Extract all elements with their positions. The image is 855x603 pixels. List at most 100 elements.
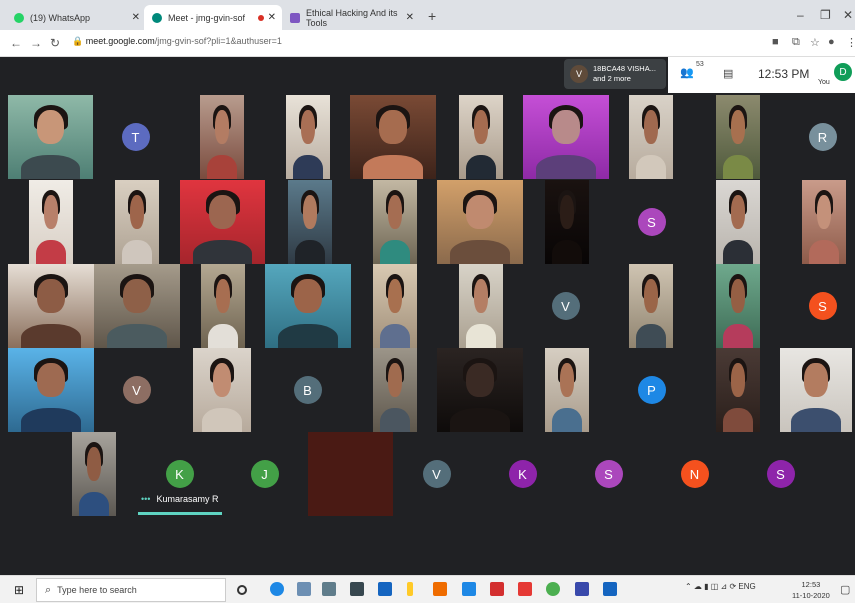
system-clock[interactable]: 12:53 11-10-2020 <box>792 579 830 601</box>
participant-video-tile[interactable] <box>8 95 93 179</box>
app-icon[interactable] <box>350 582 364 596</box>
edge-icon[interactable] <box>270 582 284 596</box>
self-avatar[interactable]: D <box>834 63 852 81</box>
word-icon[interactable] <box>603 582 617 596</box>
participant-video-tile[interactable] <box>94 264 180 348</box>
participant-video-tile[interactable] <box>288 180 332 264</box>
participant-video-tile[interactable] <box>716 264 760 348</box>
forward-icon[interactable]: → <box>30 36 42 50</box>
participant-video-tile[interactable] <box>629 264 673 348</box>
participant-video-tile[interactable] <box>459 264 503 348</box>
lightning-icon[interactable] <box>407 582 413 596</box>
tab-ethical-hacking[interactable]: Ethical Hacking And its Tools ✕ <box>282 5 420 30</box>
participant-video-tile[interactable] <box>545 180 589 264</box>
new-tab-icon[interactable]: + <box>428 8 436 24</box>
store-icon[interactable] <box>322 582 336 596</box>
youtube-icon[interactable] <box>518 582 532 596</box>
url-host: meet.google.com <box>85 36 155 46</box>
participant-video-tile[interactable] <box>180 180 265 264</box>
profile-icon[interactable]: ● <box>828 36 835 48</box>
participant-video-tile[interactable] <box>373 264 417 348</box>
minimize-icon[interactable]: – <box>797 8 804 22</box>
participant-video-tile[interactable] <box>193 348 251 432</box>
window-close-icon[interactable]: ✕ <box>843 8 853 22</box>
maximize-icon[interactable]: ❐ <box>820 8 831 22</box>
task-view-icon[interactable] <box>297 582 311 596</box>
participant-avatar-tile[interactable]: V <box>94 348 179 432</box>
participant-video-tile[interactable] <box>802 180 846 264</box>
taskbar-search[interactable]: ⌕ Type here to search <box>36 578 226 602</box>
participant-avatar: K <box>165 460 194 488</box>
bookmark-star-icon[interactable]: ☆ <box>810 36 820 49</box>
menu-icon[interactable]: ⋮ <box>846 36 855 49</box>
participant-avatar-tile[interactable]: J <box>222 432 307 516</box>
mail-icon[interactable] <box>490 582 504 596</box>
system-date: 11-10-2020 <box>792 591 830 600</box>
participant-video-tile[interactable] <box>459 95 503 179</box>
participant-avatar-tile[interactable]: S <box>566 432 651 516</box>
participant-avatar-tile[interactable]: S <box>609 180 694 264</box>
cortana-icon[interactable] <box>237 585 247 595</box>
dropbox-icon[interactable] <box>378 582 392 596</box>
participant-video-tile[interactable] <box>8 264 94 348</box>
office-icon[interactable] <box>433 582 447 596</box>
translate-icon[interactable]: ⧉ <box>792 36 800 49</box>
participant-video-tile[interactable] <box>437 348 523 432</box>
participant-video-tile[interactable] <box>200 95 244 179</box>
participant-video-tile[interactable] <box>201 264 245 348</box>
camera-icon[interactable]: ■ <box>772 36 779 48</box>
meet-stage: V 18BCA48 VISHA... and 2 more 👥 53 ▤ 12:… <box>0 57 855 575</box>
tab-title: Meet - jmg-gvin-sof <box>168 12 246 23</box>
participant-video-tile[interactable] <box>716 180 760 264</box>
participant-video-tile[interactable] <box>350 95 436 179</box>
participant-video-tile[interactable] <box>523 95 609 179</box>
participant-avatar-tile[interactable]: P <box>609 348 694 432</box>
tab-whatsapp[interactable]: (19) WhatsApp ✕ <box>6 5 146 30</box>
participant-avatar-tile[interactable]: R <box>780 95 855 179</box>
back-icon[interactable]: ← <box>10 36 22 50</box>
participant-video-tile[interactable] <box>716 95 760 179</box>
participant-video-tile[interactable] <box>265 264 351 348</box>
tab-meet[interactable]: Meet - jmg-gvin-sof ✕ <box>144 5 282 30</box>
participant-avatar-tile[interactable]: S <box>780 264 855 348</box>
windows-start-icon[interactable]: ⊞ <box>14 584 26 596</box>
participant-video-tile[interactable] <box>780 348 852 432</box>
chrome-icon[interactable] <box>546 582 560 596</box>
reload-icon[interactable]: ↻ <box>50 36 60 50</box>
participant-avatar-tile[interactable]: N <box>652 432 737 516</box>
participant-video-tile[interactable] <box>72 432 116 516</box>
calendar-icon[interactable] <box>462 582 476 596</box>
app-icon[interactable] <box>575 582 589 596</box>
participant-video-tile[interactable] <box>8 348 94 432</box>
speaking-participant-name: ••• Kumarasamy R <box>141 494 218 504</box>
participant-video-tile[interactable] <box>545 348 589 432</box>
participant-video-tile[interactable] <box>373 348 417 432</box>
participant-video-tile[interactable] <box>29 180 73 264</box>
participant-video-tile[interactable] <box>437 180 523 264</box>
system-tray[interactable]: ⌃ ☁ ▮ ◫ ⊿ ⟳ ENG <box>685 582 756 591</box>
participant-avatar: T <box>121 123 150 151</box>
participant-video-tile[interactable] <box>286 95 330 179</box>
close-icon[interactable]: ✕ <box>268 12 276 23</box>
meet-top-bar: V 18BCA48 VISHA... and 2 more 👥 53 ▤ 12:… <box>560 57 855 93</box>
close-icon[interactable]: ✕ <box>406 12 414 23</box>
participant-video-tile[interactable] <box>308 432 393 516</box>
participant-avatar-tile[interactable]: B <box>265 348 350 432</box>
presenter-chip[interactable]: V 18BCA48 VISHA... and 2 more <box>564 59 666 89</box>
close-icon[interactable]: ✕ <box>132 12 140 23</box>
participant-avatar-tile[interactable]: K <box>480 432 565 516</box>
participant-video-tile[interactable] <box>373 180 417 264</box>
participant-video-tile[interactable] <box>716 348 760 432</box>
participant-avatar-tile[interactable]: S <box>738 432 823 516</box>
whatsapp-icon <box>14 12 24 23</box>
url-field[interactable]: 🔒 meet.google.com/jmg-gvin-sof?pli=1&aut… <box>72 36 282 47</box>
chat-icon[interactable]: ▤ <box>723 67 733 80</box>
participant-video-tile[interactable] <box>629 95 673 179</box>
participant-avatar-tile[interactable]: V <box>394 432 479 516</box>
participant-video-tile[interactable] <box>115 180 159 264</box>
participant-avatar-tile[interactable]: T <box>93 95 178 179</box>
search-icon: ⌕ <box>45 583 52 596</box>
people-icon[interactable]: 👥 <box>680 66 694 79</box>
participant-avatar-tile[interactable]: V <box>523 264 608 348</box>
notification-icon[interactable]: ▢ <box>840 583 850 596</box>
